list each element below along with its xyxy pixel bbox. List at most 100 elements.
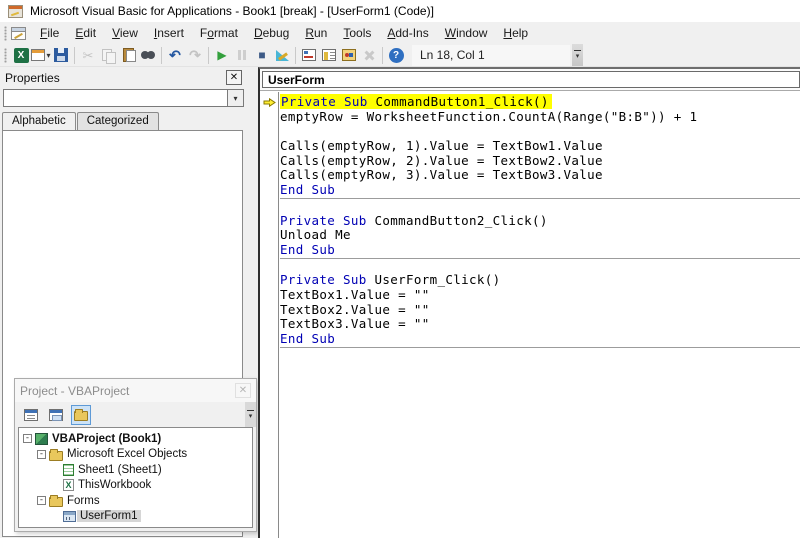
tree-item-forms[interactable]: - Forms [23, 493, 252, 509]
menu-file[interactable]: File [32, 23, 67, 43]
tree-item-thisworkbook[interactable]: XThisWorkbook [23, 478, 252, 494]
current-statement-highlight: Private Sub CommandButton1_Click() [280, 94, 552, 109]
code-line[interactable]: TextBox1.Value = "" [280, 288, 800, 303]
toolbar-separator [382, 47, 383, 64]
tree-item-sheet1-sheet1[interactable]: Sheet1 (Sheet1) [23, 462, 252, 478]
toolbar-separator [161, 47, 162, 64]
find-icon[interactable] [138, 45, 158, 65]
folder-icon [49, 497, 63, 507]
properties-window-icon[interactable] [319, 45, 339, 65]
folder-icon [49, 451, 63, 461]
code-line[interactable]: TextBox2.Value = "" [280, 303, 800, 318]
code-lines: Private Sub CommandButton1_Click()emptyR… [280, 95, 800, 538]
tree-item-label: VBAProject (Book1) [49, 433, 164, 445]
vbe-app-icon [8, 5, 23, 18]
project-toolbar-options-icon[interactable]: ▾ [245, 402, 256, 427]
paste-icon[interactable] [118, 45, 138, 65]
object-browser-icon[interactable] [339, 45, 359, 65]
menu-bar: FileEditViewInsertFormatDebugRunToolsAdd… [0, 22, 800, 44]
save-icon[interactable] [51, 45, 71, 65]
insert-userform-icon[interactable]: ▾ [31, 45, 51, 65]
tree-item-userform1[interactable]: UserForm1 [23, 509, 252, 525]
help-icon[interactable]: ? [386, 45, 406, 65]
code-line[interactable]: End Sub [280, 183, 800, 198]
toolbar-separator [74, 47, 75, 64]
toolbar-options-icon[interactable]: ▾ [572, 44, 583, 66]
breakpoint-margin[interactable] [260, 92, 279, 538]
properties-close-icon[interactable]: ✕ [226, 70, 242, 85]
code-line[interactable]: Unload Me [280, 228, 800, 243]
code-line[interactable]: End Sub [280, 243, 800, 258]
menu-edit[interactable]: Edit [67, 23, 104, 43]
code-line[interactable] [280, 124, 800, 139]
code-line[interactable]: emptyRow = WorksheetFunction.CountA(Rang… [280, 110, 800, 125]
menu-format[interactable]: Format [192, 23, 246, 43]
tab-categorized[interactable]: Categorized [77, 112, 159, 130]
design-mode-icon[interactable] [272, 45, 292, 65]
menu-run[interactable]: Run [297, 23, 335, 43]
code-line[interactable]: Private Sub CommandButton1_Click() [280, 95, 800, 110]
project-close-icon[interactable]: ✕ [235, 383, 251, 398]
view-object-icon[interactable] [46, 405, 66, 425]
code-line[interactable] [280, 259, 800, 274]
cut-icon: ✂ [78, 45, 98, 65]
tree-item-microsoft-excel-objects[interactable]: - Microsoft Excel Objects [23, 447, 252, 463]
object-dropdown[interactable]: UserForm [262, 71, 800, 88]
view-code-icon[interactable] [21, 405, 41, 425]
toolbar-separator [208, 47, 209, 64]
menu-help[interactable]: Help [495, 23, 536, 43]
window-title: Microsoft Visual Basic for Applications … [30, 4, 434, 18]
tree-item-label: Sheet1 (Sheet1) [75, 464, 165, 476]
project-header[interactable]: Project - VBAProject ✕ [15, 379, 256, 402]
tree-item-vbaproject-book1[interactable]: - VBAProject (Book1) [23, 431, 252, 447]
properties-object-dropdown[interactable]: ▾ [3, 89, 244, 107]
tree-item-label: UserForm1 [77, 510, 141, 522]
code-line[interactable]: End Sub [280, 332, 800, 347]
properties-tabs: Alphabetic Categorized [0, 110, 247, 130]
code-line[interactable]: TextBox3.Value = "" [280, 317, 800, 332]
toolbar-grip[interactable] [4, 48, 7, 63]
title-bar[interactable]: Microsoft Visual Basic for Applications … [0, 0, 800, 22]
view-excel-icon[interactable]: X [11, 45, 31, 65]
project-toolbar: ▾ [15, 402, 256, 427]
menu-insert[interactable]: Insert [146, 23, 192, 43]
code-line[interactable]: Calls(emptyRow, 2).Value = TextBow2.Valu… [280, 154, 800, 169]
properties-title: Properties [5, 71, 226, 85]
reset-icon[interactable]: ■ [252, 45, 272, 65]
chevron-down-icon[interactable]: ▾ [227, 90, 243, 106]
menubar-grip[interactable] [4, 26, 7, 41]
code-line[interactable]: Calls(emptyRow, 3).Value = TextBow3.Valu… [280, 168, 800, 183]
toolbar-icons: X▾ ✂ ↶↷ ▶ ■? [11, 45, 406, 65]
menu-items: FileEditViewInsertFormatDebugRunToolsAdd… [32, 23, 536, 43]
code-line[interactable] [280, 199, 800, 214]
code-area[interactable]: Private Sub CommandButton1_Click()emptyR… [260, 92, 800, 538]
code-window-icon[interactable] [11, 27, 26, 40]
collapse-expander-icon[interactable]: - [23, 434, 32, 443]
menu-view[interactable]: View [104, 23, 146, 43]
menu-tools[interactable]: Tools [335, 23, 379, 43]
tab-alphabetic[interactable]: Alphabetic [2, 112, 76, 131]
undo-icon[interactable]: ↶ [165, 45, 185, 65]
execution-arrow-icon [263, 98, 276, 107]
workspace: Properties ✕ ▾ Alphabetic Categorized Pr… [0, 67, 800, 538]
tree-item-label: Forms [64, 495, 103, 507]
vba-project-icon [35, 433, 48, 445]
code-line[interactable]: Private Sub UserForm_Click() [280, 273, 800, 288]
tree-item-label: Microsoft Excel Objects [64, 448, 190, 460]
toolbox-icon [359, 45, 379, 65]
menu-debug[interactable]: Debug [246, 23, 297, 43]
object-dropdown-row: UserForm [260, 69, 800, 91]
code-line[interactable]: Calls(emptyRow, 1).Value = TextBow1.Valu… [280, 139, 800, 154]
redo-icon: ↷ [185, 45, 205, 65]
code-line[interactable]: Private Sub CommandButton2_Click() [280, 214, 800, 229]
menu-addins[interactable]: Add-Ins [379, 23, 436, 43]
standard-toolbar: X▾✂↶↷▶■? Ln 18, Col 1 ▾ [0, 44, 800, 67]
project-explorer-icon[interactable] [299, 45, 319, 65]
run-icon[interactable]: ▶ [212, 45, 232, 65]
menu-window[interactable]: Window [437, 23, 496, 43]
collapse-expander-icon[interactable]: - [37, 496, 46, 505]
toggle-folders-icon[interactable] [71, 405, 91, 425]
collapse-expander-icon[interactable]: - [37, 450, 46, 459]
worksheet-icon [63, 464, 74, 476]
userform-icon [63, 511, 76, 522]
